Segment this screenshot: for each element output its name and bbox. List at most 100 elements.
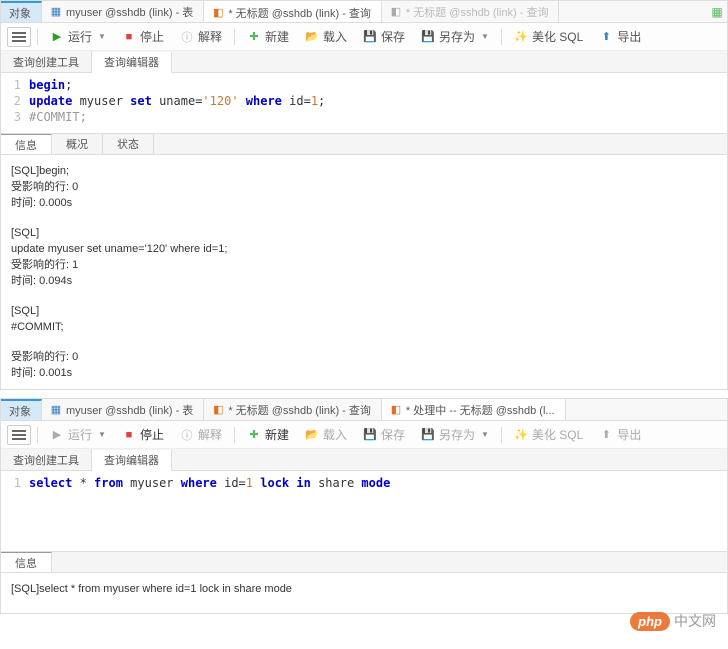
export-button[interactable]: ⬆导出: [593, 26, 647, 47]
toolbar: ▶运行▼ ■停止 ⓘ解释 ✚新建 📂载入 💾保存 💾另存为▼ ✨美化 SQL ⬆…: [1, 421, 727, 449]
tab-table[interactable]: ▦ myuser @sshdb (link) - 表: [42, 1, 204, 22]
query-icon: ◧: [390, 404, 402, 416]
top-tabs: 对象 ▦ myuser @sshdb (link) - 表 ◧ * 无标题 @s…: [1, 399, 727, 421]
code-line: 1begin;: [1, 77, 727, 93]
corner-icon[interactable]: ▦: [707, 1, 727, 22]
explain-icon: ⓘ: [180, 30, 194, 44]
code-content: update myuser set uname='120' where id=1…: [29, 93, 727, 109]
top-tabs: 对象 ▦ myuser @sshdb (link) - 表 ◧ * 无标题 @s…: [1, 1, 727, 23]
stop-button[interactable]: ■停止: [116, 424, 170, 445]
menu-button[interactable]: [7, 425, 31, 445]
watermark: php 中文网: [630, 611, 716, 631]
output-panel: [SQL]select * from myuser where id=1 loc…: [1, 573, 727, 613]
run-button[interactable]: ▶运行▼: [44, 26, 112, 47]
export-icon: ⬆: [599, 428, 613, 442]
output-line: 受影响的行: 0: [11, 349, 717, 365]
code-content: begin;: [29, 77, 727, 93]
query-icon: ◧: [212, 404, 224, 416]
stop-button[interactable]: ■停止: [116, 26, 170, 47]
code-line: 2update myuser set uname='120' where id=…: [1, 93, 727, 109]
output-block: [SQL]update myuser set uname='120' where…: [11, 225, 717, 289]
beautify-button[interactable]: ✨美化 SQL: [508, 26, 589, 47]
query-icon: ◧: [212, 7, 224, 19]
save-icon: 💾: [363, 428, 377, 442]
result-tabs: 信息: [1, 551, 727, 573]
toolbar: ▶运行▼ ■停止 ⓘ解释 ✚新建 📂载入 💾保存 💾另存为▼ ✨美化 SQL ⬆…: [1, 23, 727, 51]
play-icon: ▶: [50, 428, 64, 442]
tab-objects[interactable]: 对象: [1, 399, 42, 420]
output-block: [SQL]select * from myuser where id=1 loc…: [11, 581, 717, 597]
tab-objects[interactable]: 对象: [1, 1, 42, 22]
chevron-down-icon: ▼: [98, 430, 106, 439]
sub-tabs: 查询创建工具 查询编辑器: [1, 449, 727, 471]
output-line: 时间: 0.001s: [11, 365, 717, 381]
subtab-editor[interactable]: 查询编辑器: [92, 52, 172, 73]
output-line: 受影响的行: 0: [11, 179, 717, 195]
new-button[interactable]: ✚新建: [241, 26, 295, 47]
subtab-editor[interactable]: 查询编辑器: [92, 450, 172, 471]
subtab-builder[interactable]: 查询创建工具: [1, 449, 92, 470]
chevron-down-icon: ▼: [481, 32, 489, 41]
run-button[interactable]: ▶运行▼: [44, 424, 112, 445]
export-button[interactable]: ⬆导出: [593, 424, 647, 445]
tab-query-active[interactable]: ◧ * 无标题 @sshdb (link) - 查询: [204, 1, 382, 22]
code-content: #COMMIT;: [29, 109, 727, 125]
load-button[interactable]: 📂载入: [299, 424, 353, 445]
code-line: 1select * from myuser where id=1 lock in…: [1, 475, 727, 491]
explain-button[interactable]: ⓘ解释: [174, 26, 228, 47]
menu-button[interactable]: [7, 27, 31, 47]
result-tab-info[interactable]: 信息: [1, 134, 52, 154]
result-tab-profile[interactable]: 概况: [52, 134, 103, 154]
table-icon: ▦: [50, 404, 62, 416]
tab-query[interactable]: ◧ * 无标题 @sshdb (link) - 查询: [204, 399, 382, 420]
line-number: 3: [1, 109, 29, 125]
save-button[interactable]: 💾保存: [357, 26, 411, 47]
chevron-down-icon: ▼: [481, 430, 489, 439]
result-tab-info[interactable]: 信息: [1, 552, 52, 572]
saveas-button[interactable]: 💾另存为▼: [415, 424, 495, 445]
output-line: 时间: 0.000s: [11, 195, 717, 211]
separator: [501, 427, 502, 443]
watermark-text: 中文网: [674, 611, 716, 631]
sql-editor[interactable]: 1select * from myuser where id=1 lock in…: [1, 471, 727, 521]
new-icon: ✚: [247, 30, 261, 44]
saveas-button[interactable]: 💾另存为▼: [415, 26, 495, 47]
query-panel-1: 对象 ▦ myuser @sshdb (link) - 表 ◧ * 无标题 @s…: [0, 0, 728, 390]
tab-table[interactable]: ▦ myuser @sshdb (link) - 表: [42, 399, 204, 420]
subtab-builder[interactable]: 查询创建工具: [1, 51, 92, 72]
output-block: 受影响的行: 0时间: 0.001s: [11, 349, 717, 381]
save-icon: 💾: [363, 30, 377, 44]
query-panel-2: 对象 ▦ myuser @sshdb (link) - 表 ◧ * 无标题 @s…: [0, 398, 728, 614]
table-icon: ▦: [50, 6, 62, 18]
output-line: update myuser set uname='120' where id=1…: [11, 241, 717, 257]
explain-button[interactable]: ⓘ解释: [174, 424, 228, 445]
output-block: [SQL]#COMMIT;: [11, 303, 717, 335]
output-line: 受影响的行: 1: [11, 257, 717, 273]
tab-query-2[interactable]: ◧ * 无标题 @sshdb (link) - 查询: [382, 1, 560, 22]
output-line: 时间: 0.094s: [11, 273, 717, 289]
tab-query-processing[interactable]: ◧ * 处理中 -- 无标题 @sshdb (l...: [382, 399, 566, 420]
explain-icon: ⓘ: [180, 428, 194, 442]
line-number: 2: [1, 93, 29, 109]
php-badge: php: [630, 612, 670, 631]
separator: [37, 427, 38, 443]
play-icon: ▶: [50, 30, 64, 44]
stop-icon: ■: [122, 428, 136, 442]
load-button[interactable]: 📂载入: [299, 26, 353, 47]
sql-editor[interactable]: 1begin;2update myuser set uname='120' wh…: [1, 73, 727, 133]
save-button[interactable]: 💾保存: [357, 424, 411, 445]
separator: [234, 29, 235, 45]
result-tabs: 信息 概况 状态: [1, 133, 727, 155]
code-content: select * from myuser where id=1 lock in …: [29, 475, 727, 491]
separator: [501, 29, 502, 45]
saveas-icon: 💾: [421, 30, 435, 44]
output-line: #COMMIT;: [11, 319, 717, 335]
output-block: [SQL]begin;受影响的行: 0时间: 0.000s: [11, 163, 717, 211]
beautify-button[interactable]: ✨美化 SQL: [508, 424, 589, 445]
load-icon: 📂: [305, 428, 319, 442]
separator: [234, 427, 235, 443]
wand-icon: ✨: [514, 30, 528, 44]
result-tab-status[interactable]: 状态: [103, 134, 154, 154]
new-button[interactable]: ✚新建: [241, 424, 295, 445]
output-panel: [SQL]begin;受影响的行: 0时间: 0.000s [SQL]update…: [1, 155, 727, 389]
